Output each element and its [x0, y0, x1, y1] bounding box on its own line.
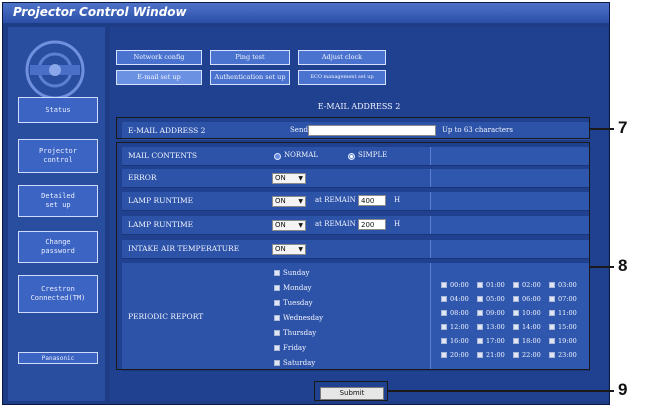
tab-authentication-set-up[interactable]: Authentication set up: [210, 70, 290, 85]
tab-eco-management-set-up[interactable]: ECO management set up: [298, 70, 386, 85]
sidebar: Status Projector control Detailed set up…: [8, 27, 105, 401]
projector-logo-icon: [25, 40, 85, 100]
callout-number-8: 8: [618, 256, 628, 275]
callout-box-9: [314, 381, 388, 401]
sidebar-item-projector-control[interactable]: Projector control: [18, 139, 98, 173]
sidebar-item-label: Crestron Connected(TM): [30, 285, 86, 302]
sidebar-item-label: Status: [45, 105, 71, 114]
sidebar-item-label: Detailed set up: [41, 192, 75, 209]
sidebar-item-crestron[interactable]: Crestron Connected(TM): [18, 275, 98, 313]
callout-box-8: [116, 142, 590, 370]
page-title: E-MAIL ADDRESS 2: [317, 102, 401, 111]
tab-network-config[interactable]: Network config: [116, 50, 202, 65]
sidebar-item-status[interactable]: Status: [18, 97, 98, 123]
tab-ping-test[interactable]: Ping test: [210, 50, 290, 65]
callout-box-7: [116, 117, 590, 139]
callout-line-7: [590, 128, 614, 130]
panasonic-logo: Panasonic: [18, 352, 98, 364]
callout-line-8: [590, 266, 614, 268]
sidebar-item-label: Change password: [41, 238, 75, 255]
sidebar-item-change-password[interactable]: Change password: [18, 231, 98, 263]
tab-adjust-clock[interactable]: Adjust clock: [298, 50, 386, 65]
window-title: Projector Control Window: [13, 5, 187, 19]
sidebar-item-detailed-set-up[interactable]: Detailed set up: [18, 185, 98, 217]
callout-line-9: [388, 390, 614, 392]
brand-label: Panasonic: [41, 354, 75, 362]
callout-number-7: 7: [618, 118, 628, 137]
tab-email-set-up[interactable]: E-mail set up: [116, 70, 202, 85]
sidebar-item-label: Projector control: [39, 147, 77, 164]
callout-number-9: 9: [618, 380, 628, 399]
title-bar: Projector Control Window: [3, 3, 609, 23]
